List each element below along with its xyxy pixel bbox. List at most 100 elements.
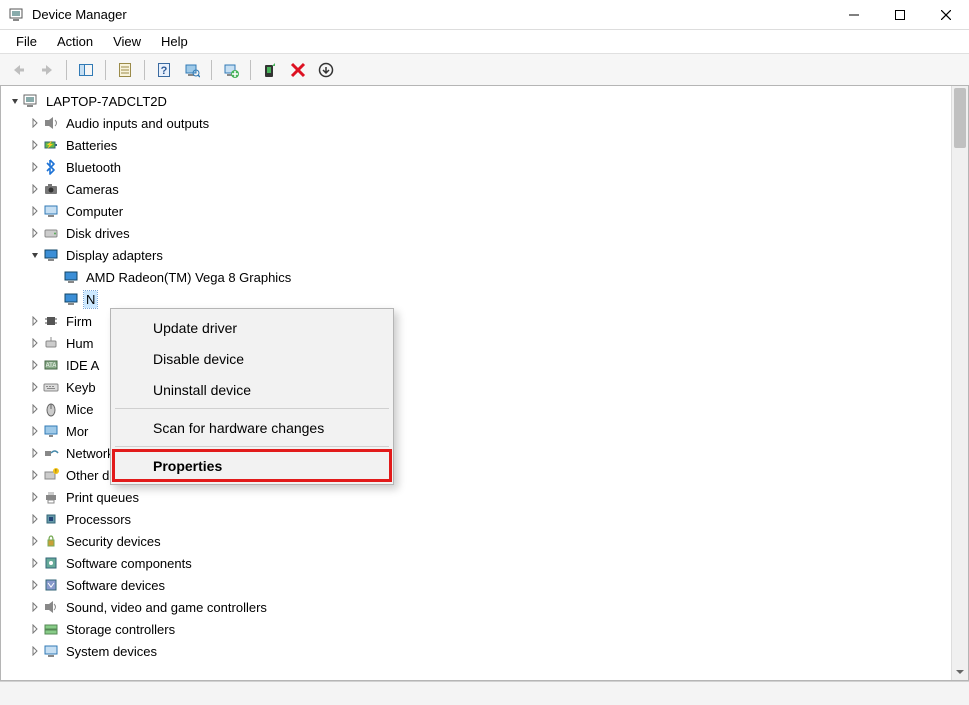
tree-label: Keyb <box>66 380 96 395</box>
tree-label: System devices <box>66 644 157 659</box>
menu-file[interactable]: File <box>6 32 47 51</box>
toolbar-help-button[interactable]: ? <box>151 58 177 82</box>
tree-category-system[interactable]: System devices <box>1 640 951 662</box>
context-menu-scan[interactable]: Scan for hardware changes <box>113 412 391 443</box>
network-icon <box>43 445 59 461</box>
minimize-button[interactable] <box>831 0 877 30</box>
expand-arrow-icon[interactable] <box>27 445 43 461</box>
toolbar-show-hide-tree-button[interactable] <box>73 58 99 82</box>
chip-icon <box>43 313 59 329</box>
tree-device-nvidia[interactable]: N <box>1 288 951 310</box>
tree-device-amd[interactable]: AMD Radeon(TM) Vega 8 Graphics <box>1 266 951 288</box>
tree-root[interactable]: LAPTOP-7ADCLT2D <box>1 90 951 112</box>
other-icon: ! <box>43 467 59 483</box>
expand-arrow-icon[interactable] <box>27 401 43 417</box>
tree-category-print[interactable]: Print queues <box>1 486 951 508</box>
svg-text:!: ! <box>55 469 56 475</box>
cpu-icon <box>43 511 59 527</box>
computer-icon <box>43 203 59 219</box>
mouse-icon <box>43 401 59 417</box>
tree-category-diskdrives[interactable]: Disk drives <box>1 222 951 244</box>
display-icon <box>43 247 59 263</box>
maximize-button[interactable] <box>877 0 923 30</box>
tree-category-display[interactable]: Display adapters <box>1 244 951 266</box>
tree-label: Security devices <box>66 534 161 549</box>
toolbar-scan-button[interactable] <box>179 58 205 82</box>
tree-label: IDE A <box>66 358 99 373</box>
tree-category-bluetooth[interactable]: Bluetooth <box>1 156 951 178</box>
close-button[interactable] <box>923 0 969 30</box>
tree-category-swdev[interactable]: Software devices <box>1 574 951 596</box>
expand-arrow-icon[interactable] <box>27 159 43 175</box>
toolbar-separator <box>211 60 212 80</box>
expand-arrow-icon[interactable] <box>27 313 43 329</box>
expand-arrow-icon[interactable] <box>27 489 43 505</box>
expand-arrow-icon[interactable] <box>27 533 43 549</box>
toolbar-properties-button[interactable] <box>112 58 138 82</box>
expand-arrow-icon[interactable] <box>27 599 43 615</box>
collapse-arrow-icon[interactable] <box>7 93 23 109</box>
context-menu-properties[interactable]: Properties <box>113 450 391 481</box>
menu-view[interactable]: View <box>103 32 151 51</box>
window-title: Device Manager <box>32 7 127 22</box>
scroll-down-arrow-icon[interactable] <box>952 663 968 680</box>
tree-category-computer[interactable]: Computer <box>1 200 951 222</box>
content-area: LAPTOP-7ADCLT2D Audio inputs and outputs… <box>0 86 969 681</box>
tree-category-swcomp[interactable]: Software components <box>1 552 951 574</box>
toolbar-uninstall-button[interactable] <box>285 58 311 82</box>
toolbar: ? <box>0 54 969 86</box>
titlebar: Device Manager <box>0 0 969 30</box>
vertical-scrollbar[interactable] <box>951 86 968 680</box>
context-menu-update[interactable]: Update driver <box>113 312 391 343</box>
tree-label: Software components <box>66 556 192 571</box>
app-icon <box>8 7 24 23</box>
expand-arrow-icon[interactable] <box>27 203 43 219</box>
hid-icon <box>43 335 59 351</box>
expand-arrow-icon[interactable] <box>27 115 43 131</box>
tree-label: N <box>86 292 95 307</box>
menu-action[interactable]: Action <box>47 32 103 51</box>
expand-arrow-icon[interactable] <box>27 335 43 351</box>
toolbar-update-driver-button[interactable] <box>218 58 244 82</box>
tree-category-security[interactable]: Security devices <box>1 530 951 552</box>
tree-category-batteries[interactable]: ⚡ Batteries <box>1 134 951 156</box>
expand-arrow-icon[interactable] <box>27 225 43 241</box>
context-menu-disable[interactable]: Disable device <box>113 343 391 374</box>
svg-text:⚡: ⚡ <box>46 140 55 149</box>
expand-arrow-icon[interactable] <box>27 467 43 483</box>
speaker-icon <box>43 115 59 131</box>
expand-arrow-icon[interactable] <box>27 357 43 373</box>
expand-arrow-icon[interactable] <box>27 137 43 153</box>
expand-arrow-icon[interactable] <box>27 379 43 395</box>
tree-category-audio[interactable]: Audio inputs and outputs <box>1 112 951 134</box>
toolbar-forward-button[interactable] <box>34 58 60 82</box>
tree-category-cameras[interactable]: Cameras <box>1 178 951 200</box>
tree-category-sound[interactable]: Sound, video and game controllers <box>1 596 951 618</box>
scrollbar-thumb[interactable] <box>954 88 966 148</box>
camera-icon <box>43 181 59 197</box>
toolbar-separator <box>105 60 106 80</box>
expand-arrow-icon[interactable] <box>27 577 43 593</box>
tree-category-storage[interactable]: Storage controllers <box>1 618 951 640</box>
toolbar-back-button[interactable] <box>6 58 32 82</box>
toolbar-separator <box>250 60 251 80</box>
toolbar-enable-button[interactable] <box>257 58 283 82</box>
toolbar-separator <box>144 60 145 80</box>
collapse-arrow-icon[interactable] <box>27 247 43 263</box>
disk-icon <box>43 225 59 241</box>
swcomp-icon <box>43 555 59 571</box>
expand-arrow-icon[interactable] <box>27 423 43 439</box>
expand-arrow-icon[interactable] <box>27 181 43 197</box>
toolbar-disable-button[interactable] <box>313 58 339 82</box>
tree-label: LAPTOP-7ADCLT2D <box>46 94 167 109</box>
tree-category-processors[interactable]: Processors <box>1 508 951 530</box>
expand-arrow-icon[interactable] <box>27 555 43 571</box>
context-menu-uninstall[interactable]: Uninstall device <box>113 374 391 405</box>
tree-label: Computer <box>66 204 123 219</box>
menu-help[interactable]: Help <box>151 32 198 51</box>
expand-arrow-icon[interactable] <box>27 511 43 527</box>
expand-arrow-icon[interactable] <box>27 621 43 637</box>
tree-label: Storage controllers <box>66 622 175 637</box>
expand-arrow-icon[interactable] <box>27 643 43 659</box>
tree-label: Sound, video and game controllers <box>66 600 267 615</box>
